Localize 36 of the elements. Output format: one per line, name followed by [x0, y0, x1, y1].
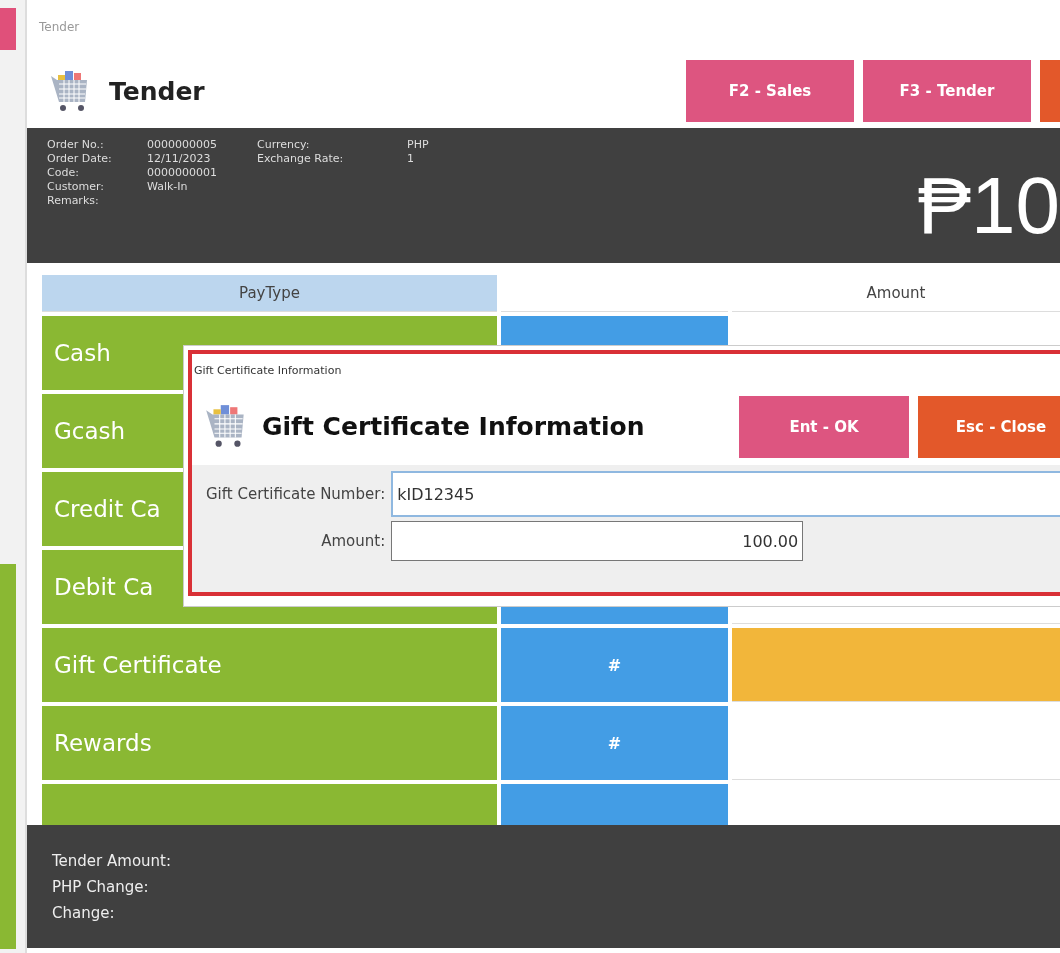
info-label: Code:	[47, 166, 80, 179]
paytype-button[interactable]: Gift Certificate	[42, 628, 497, 702]
info-value: 1	[407, 152, 415, 165]
dialog-window-title: Gift Certificate Information	[193, 363, 343, 379]
total-amount: ₱10	[917, 159, 1060, 252]
page-title: Tender	[109, 77, 205, 106]
field-label: Amount:	[321, 532, 386, 550]
info-label: Remarks:	[47, 194, 100, 207]
info-label: Customer:	[47, 180, 105, 193]
totals-label: PHP Change:	[52, 877, 150, 896]
field-label: Gift Certificate Number:	[206, 485, 386, 503]
hash-cell[interactable]: #	[501, 628, 728, 702]
info-label: Currency:	[257, 138, 311, 151]
totals-label: Tender Amount:	[52, 851, 173, 870]
dialog-title: Gift Certificate Information	[262, 412, 645, 441]
nav-button[interactable]: F3 - Tender	[863, 60, 1031, 122]
hash-cell[interactable]: #	[501, 706, 728, 780]
nav-button[interactable]: F2 - Sales	[686, 60, 854, 122]
paytype-button[interactable]: Rewards	[42, 706, 497, 780]
info-label: Order Date:	[47, 152, 113, 165]
info-label: Exchange Rate:	[257, 152, 345, 165]
input-field[interactable]: kID12345	[391, 471, 1060, 517]
totals-label: Change:	[52, 903, 116, 922]
info-value: PHP	[407, 138, 429, 151]
input-field[interactable]: 100.00	[391, 521, 804, 561]
info-value: 0000000001	[147, 166, 217, 179]
window-title: Tender	[38, 19, 81, 36]
info-value: 0000000005	[147, 138, 217, 151]
nav-button[interactable]	[1040, 60, 1060, 122]
dialog-button[interactable]: Esc - Close	[918, 395, 1060, 458]
column-header: PayType	[42, 275, 497, 312]
info-label: Order No.:	[47, 138, 105, 151]
amount-cell[interactable]	[732, 628, 1060, 702]
info-value: 12/11/2023	[147, 152, 212, 165]
info-value: Walk-In	[147, 180, 189, 193]
dialog-button[interactable]: Ent - OK	[739, 395, 909, 458]
